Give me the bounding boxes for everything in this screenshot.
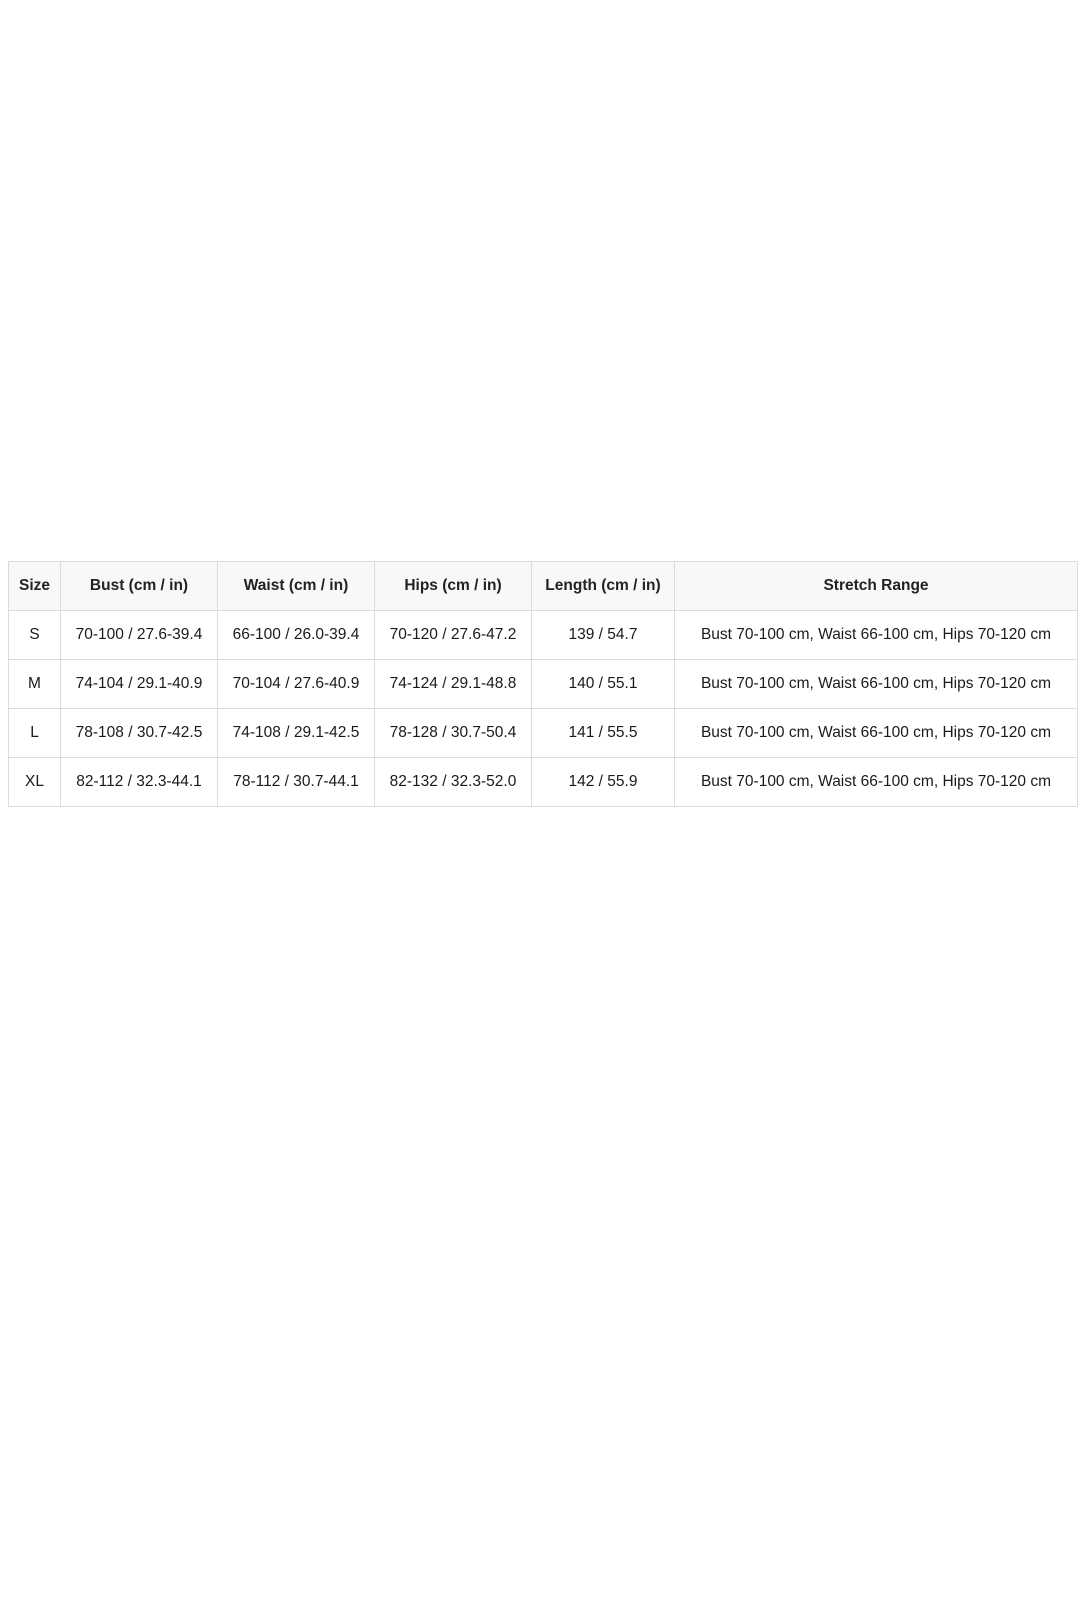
cell-hips: 70-120 / 27.6-47.2 bbox=[374, 610, 532, 660]
table-row: XL 82-112 / 32.3-44.1 78-112 / 30.7-44.1… bbox=[8, 757, 1078, 807]
header-row: Size Bust (cm / in) Waist (cm / in) Hips… bbox=[8, 561, 1078, 611]
cell-stretch-range: Bust 70-100 cm, Waist 66-100 cm, Hips 70… bbox=[674, 708, 1078, 758]
cell-bust: 70-100 / 27.6-39.4 bbox=[60, 610, 218, 660]
cell-hips: 78-128 / 30.7-50.4 bbox=[374, 708, 532, 758]
cell-waist: 70-104 / 27.6-40.9 bbox=[217, 659, 375, 709]
cell-size: L bbox=[8, 708, 61, 758]
cell-waist: 74-108 / 29.1-42.5 bbox=[217, 708, 375, 758]
cell-stretch-range: Bust 70-100 cm, Waist 66-100 cm, Hips 70… bbox=[674, 659, 1078, 709]
size-chart-table: Size Bust (cm / in) Waist (cm / in) Hips… bbox=[8, 561, 1078, 807]
cell-length: 142 / 55.9 bbox=[531, 757, 675, 807]
cell-bust: 82-112 / 32.3-44.1 bbox=[60, 757, 218, 807]
cell-length: 139 / 54.7 bbox=[531, 610, 675, 660]
size-chart-body: S 70-100 / 27.6-39.4 66-100 / 26.0-39.4 … bbox=[8, 610, 1078, 807]
header-bust: Bust (cm / in) bbox=[60, 561, 218, 611]
cell-size: M bbox=[8, 659, 61, 709]
header-waist: Waist (cm / in) bbox=[217, 561, 375, 611]
cell-waist: 78-112 / 30.7-44.1 bbox=[217, 757, 375, 807]
cell-hips: 74-124 / 29.1-48.8 bbox=[374, 659, 532, 709]
cell-bust: 78-108 / 30.7-42.5 bbox=[60, 708, 218, 758]
header-length: Length (cm / in) bbox=[531, 561, 675, 611]
size-chart-header: Size Bust (cm / in) Waist (cm / in) Hips… bbox=[8, 561, 1078, 611]
cell-length: 141 / 55.5 bbox=[531, 708, 675, 758]
table-row: S 70-100 / 27.6-39.4 66-100 / 26.0-39.4 … bbox=[8, 610, 1078, 660]
cell-hips: 82-132 / 32.3-52.0 bbox=[374, 757, 532, 807]
cell-length: 140 / 55.1 bbox=[531, 659, 675, 709]
cell-size: S bbox=[8, 610, 61, 660]
header-stretch-range: Stretch Range bbox=[674, 561, 1078, 611]
cell-waist: 66-100 / 26.0-39.4 bbox=[217, 610, 375, 660]
cell-size: XL bbox=[8, 757, 61, 807]
cell-stretch-range: Bust 70-100 cm, Waist 66-100 cm, Hips 70… bbox=[674, 610, 1078, 660]
header-hips: Hips (cm / in) bbox=[374, 561, 532, 611]
table-row: L 78-108 / 30.7-42.5 74-108 / 29.1-42.5 … bbox=[8, 708, 1078, 758]
table-row: M 74-104 / 29.1-40.9 70-104 / 27.6-40.9 … bbox=[8, 659, 1078, 709]
header-size: Size bbox=[8, 561, 61, 611]
cell-bust: 74-104 / 29.1-40.9 bbox=[60, 659, 218, 709]
cell-stretch-range: Bust 70-100 cm, Waist 66-100 cm, Hips 70… bbox=[674, 757, 1078, 807]
